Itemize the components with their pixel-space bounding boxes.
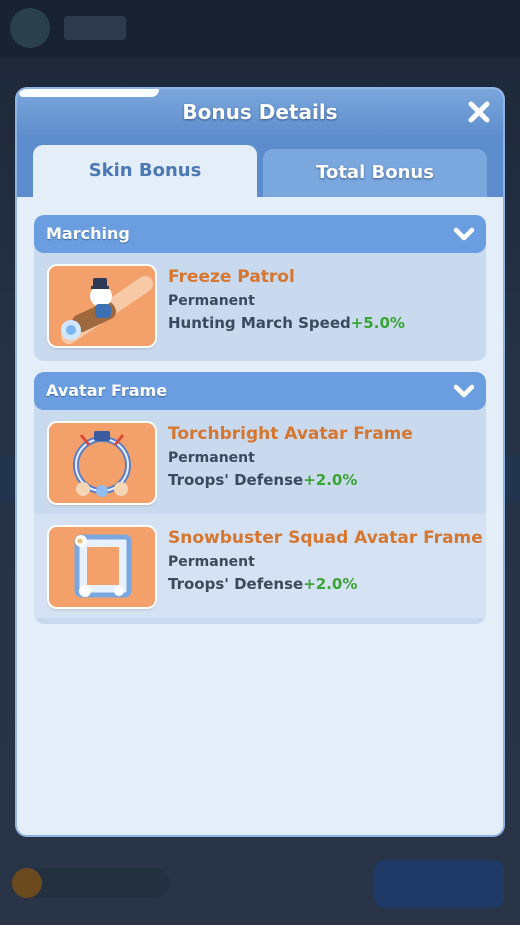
- section-marching: Marching Freeze Patrol Permanent Hunting…: [34, 215, 486, 361]
- item-duration: Permanent: [168, 293, 255, 309]
- bonus-value: +5.0%: [350, 314, 405, 332]
- bonus-value: +2.0%: [303, 575, 358, 593]
- dialog-header: Bonus Details: [17, 89, 503, 135]
- backdrop-title: [64, 16, 126, 40]
- tab-skin-bonus[interactable]: Skin Bonus: [33, 145, 257, 197]
- tab-total-bonus[interactable]: Total Bonus: [263, 149, 487, 197]
- section-header-marching[interactable]: Marching: [34, 215, 486, 253]
- bonus-value: +2.0%: [303, 471, 358, 489]
- list-item[interactable]: Torchbright Avatar Frame Permanent Troop…: [34, 410, 486, 514]
- snowbuster-frame-icon: [49, 527, 155, 607]
- item-bonus: Troops' Defense+2.0%: [168, 471, 357, 489]
- section-label: Avatar Frame: [46, 381, 168, 400]
- torchbright-frame-icon: [49, 423, 155, 503]
- list-item[interactable]: Freeze Patrol Permanent Hunting March Sp…: [34, 253, 486, 357]
- backdrop-action-button: [374, 860, 504, 908]
- item-name: Freeze Patrol: [168, 267, 295, 287]
- tab-bar: Skin Bonus Total Bonus: [17, 135, 503, 197]
- bonus-list[interactable]: Marching Freeze Patrol Permanent Hunting…: [17, 197, 503, 835]
- bonus-details-dialog: Bonus Details Skin Bonus Total Bonus Mar…: [17, 89, 503, 835]
- bonus-stat: Hunting March Speed: [168, 314, 351, 332]
- dialog-title: Bonus Details: [182, 100, 338, 124]
- snowman-rider-icon: [49, 266, 155, 346]
- list-item[interactable]: Snowbuster Squad Avatar Frame Permanent …: [34, 514, 486, 618]
- section-header-avatar-frame[interactable]: Avatar Frame: [34, 372, 486, 410]
- section-label: Marching: [46, 224, 130, 243]
- backdrop-coin-icon: [12, 868, 42, 898]
- item-name: Snowbuster Squad Avatar Frame: [168, 528, 483, 548]
- section-avatar-frame: Avatar Frame Torchbright Avatar Frame Pe…: [34, 372, 486, 624]
- item-bonus: Troops' Defense+2.0%: [168, 575, 357, 593]
- backdrop-gear-icon: [10, 8, 50, 48]
- item-duration: Permanent: [168, 450, 255, 466]
- item-bonus: Hunting March Speed+5.0%: [168, 314, 405, 332]
- bonus-stat: Troops' Defense: [168, 471, 304, 489]
- chevron-down-icon[interactable]: [452, 380, 476, 402]
- item-name: Torchbright Avatar Frame: [168, 424, 413, 444]
- bonus-stat: Troops' Defense: [168, 575, 304, 593]
- item-duration: Permanent: [168, 554, 255, 570]
- close-icon[interactable]: [465, 98, 493, 126]
- chevron-down-icon[interactable]: [452, 223, 476, 245]
